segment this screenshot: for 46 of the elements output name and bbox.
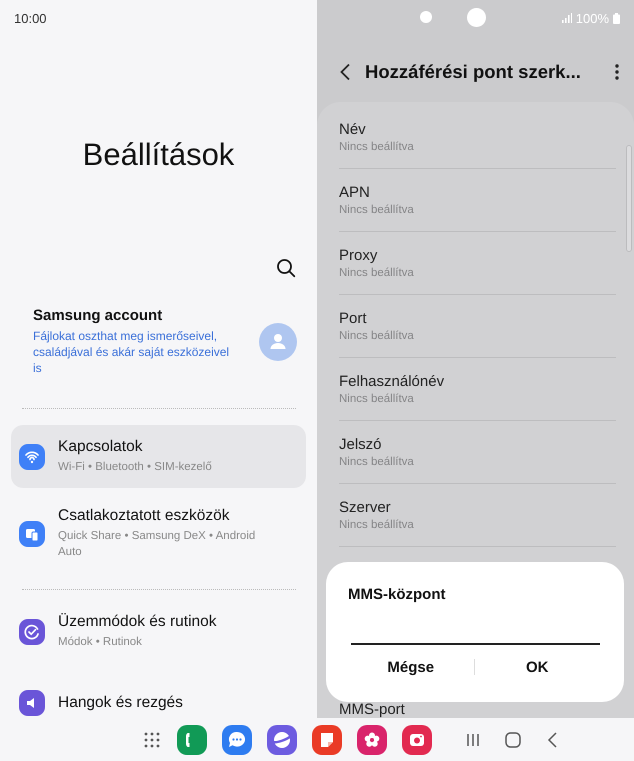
signal-icon [562,13,572,23]
search-icon[interactable] [275,257,297,279]
camera-hole [420,11,432,23]
field-label[interactable]: MMS-port [339,701,616,718]
field-label[interactable]: Port [339,310,616,326]
flower-icon[interactable] [357,724,387,754]
phone-icon[interactable] [177,724,207,754]
back-icon[interactable] [339,63,351,81]
screen-title: Hozzáférési pont szerk... [365,61,582,83]
page-title: Beállítások [82,136,234,174]
settings-item[interactable]: Kapcsolatok Wi-Fi • Bluetooth • SIM-kezelő [11,425,306,488]
home-icon[interactable] [503,730,523,750]
field-value: Nincs beállítva [339,266,415,278]
account-description: Fájlokat oszthat meg ismerőseivel, családjával és akár saját eszközeivel is [33,328,230,376]
field-value: Nincs beállítva [339,204,415,216]
field-label[interactable]: Felhasználónév [339,372,616,390]
field-label[interactable]: Proxy [339,246,616,264]
battery-icon [613,12,620,24]
settings-item[interactable]: Üzemmódok és rutinok Módok • Rutinok [11,600,306,663]
dialog-title: MMS-központ [348,586,446,603]
dialog-button[interactable]: Mégse [348,652,474,682]
modes-icon [19,618,45,644]
devices-icon [19,520,45,546]
note-icon[interactable] [312,724,342,754]
settings-item[interactable]: Hangok és rezgés [11,671,306,718]
camera-icon[interactable] [402,724,432,754]
sound-icon [19,690,45,716]
field-value: Nincs beállítva [339,518,415,530]
app-grid-icon[interactable] [142,730,162,750]
field-value: Nincs beállítva [339,140,415,152]
field-value: Nincs beállítva [339,392,415,404]
field-value: Nincs beállítva [339,330,415,342]
planet-icon[interactable] [267,724,297,754]
field-label[interactable]: Név [339,120,616,138]
wifi-icon [19,444,45,470]
more-options-icon[interactable] [614,63,620,81]
settings-item[interactable]: Csatlakoztatott eszközök Quick Share • Samsung DeX • Android Auto [11,496,306,571]
field-value: Nincs beállítva [339,456,415,468]
status-time: 10:00 [14,10,47,26]
field-label[interactable]: APN [339,184,616,200]
field-label[interactable]: Jelszó [339,436,616,452]
account-name[interactable]: Samsung account [33,307,241,324]
dialog-button[interactable]: OK [474,652,600,682]
chat-bubble-icon[interactable] [222,724,252,754]
field-label[interactable]: Szerver [339,498,616,516]
camera-hole [467,8,486,27]
